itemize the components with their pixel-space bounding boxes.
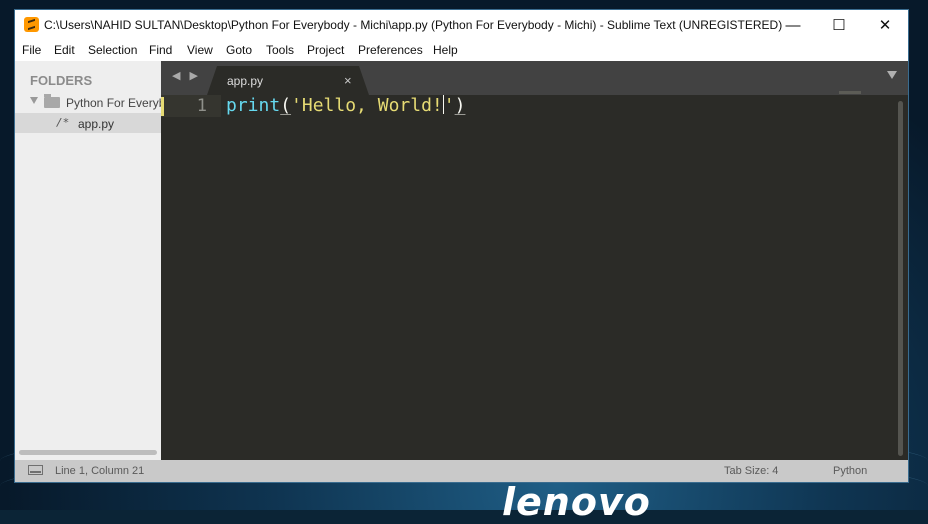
folder-label: Python For Everybody - Michi [66,96,161,110]
lenovo-logo: lenovo [502,480,651,524]
close-button[interactable]: ✕ [862,10,908,41]
code-line[interactable]: print('Hello, World!') [226,95,465,117]
sublime-window: C:\Users\NAHID SULTAN\Desktop\Python For… [15,10,908,482]
menu-view[interactable]: View [187,43,213,57]
menu-edit[interactable]: Edit [54,43,75,57]
minimap[interactable] [839,91,861,94]
menu-preferences[interactable]: Preferences [358,43,423,57]
code-token-string-end: ' [443,95,455,116]
modified-line-marker [161,97,164,116]
tab-menu-dropdown-icon[interactable] [887,71,897,79]
status-cursor-position: Line 1, Column 21 [55,465,145,477]
expand-arrow-icon[interactable] [30,97,38,104]
code-token-close-paren: ) [454,95,466,116]
tab-app-py[interactable]: app.py × [207,66,369,95]
menu-tools[interactable]: Tools [266,43,294,57]
sidebar-file-app-py[interactable]: /* app.py [15,113,161,133]
status-tab-size[interactable]: Tab Size: 4 [724,465,778,477]
status-syntax[interactable]: Python [833,465,867,477]
maximize-button[interactable]: ☐ [816,10,862,41]
file-label: app.py [78,117,115,131]
menu-find[interactable]: Find [149,43,172,57]
sidebar-horizontal-scrollbar[interactable] [19,450,157,455]
code-token-function: print [226,95,281,116]
menu-project[interactable]: Project [307,43,344,57]
menu-file[interactable]: File [22,43,41,57]
code-editor[interactable]: 1 print('Hello, World!') [161,91,908,460]
code-token-open-paren: ( [280,95,292,116]
menu-goto[interactable]: Goto [226,43,252,57]
menu-help[interactable]: Help [433,43,458,57]
title-bar[interactable]: C:\Users\NAHID SULTAN\Desktop\Python For… [15,10,908,41]
panel-toggle-icon[interactable] [28,465,43,475]
status-bar: Line 1, Column 21 Tab Size: 4 Python [15,460,908,482]
file-code-icon: /* [56,116,70,129]
menu-bar: File Edit Selection Find View Goto Tools… [15,41,908,61]
line-number: 1 [196,96,207,116]
folders-header: FOLDERS [30,73,93,88]
tab-close-icon[interactable]: × [344,73,352,88]
tab-bar: ◀ ▶ app.py × [161,61,908,95]
sidebar: FOLDERS Python For Everybody - Michi /* … [15,61,161,460]
menu-selection[interactable]: Selection [88,43,137,57]
tab-nav-arrows-icon[interactable]: ◀ ▶ [172,69,201,82]
editor-vertical-scrollbar[interactable] [898,101,903,456]
sublime-text-icon [24,17,39,32]
sidebar-folder[interactable]: Python For Everybody - Michi [15,93,161,113]
minimize-button[interactable]: — [770,10,816,41]
window-title: C:\Users\NAHID SULTAN\Desktop\Python For… [44,18,783,32]
tab-label: app.py [227,74,264,88]
code-token-string: 'Hello, World! [291,95,443,116]
folder-icon [44,94,60,108]
